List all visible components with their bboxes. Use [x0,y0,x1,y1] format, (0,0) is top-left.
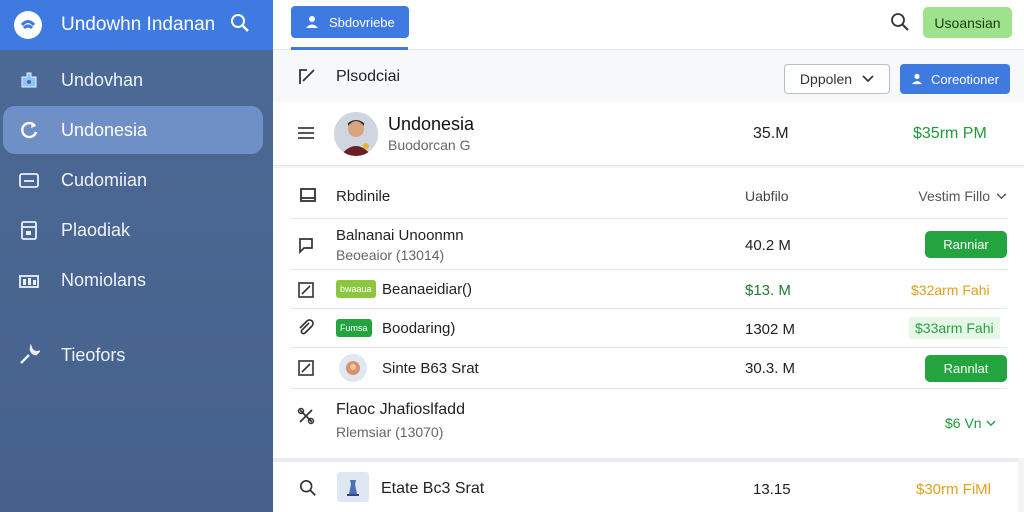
sidebar-header: Undowhn Indanan [0,0,273,50]
sidebar-item-label: Cudomiian [61,169,148,190]
column-header-amount[interactable]: Uabfilo [745,188,789,204]
tab-primary[interactable]: Sbdovriebe [291,6,409,38]
row-status-label: $6 Vn [945,415,982,431]
sidebar-item-label: Undonesia [61,119,148,140]
featured-amount: 35.M [753,125,789,142]
row-name: Balnanai Unoonmn [336,227,464,244]
featured-name: Undonesia [388,114,475,134]
card-icon [17,168,41,192]
chevron-down-icon [996,192,1007,199]
user-button[interactable]: Usoansian [923,7,1012,38]
data-table: Rbdinile Uabfilo Vestim Fillo Balnanai U… [273,168,1024,458]
row-name: Sinte B63 Srat [382,360,479,377]
wrench-icon [17,343,41,367]
sidebar-item-plaodiak[interactable]: Plaodiak [3,206,263,254]
search-icon[interactable] [299,479,317,497]
create-button[interactable]: Coreotioner [900,64,1010,94]
sidebar-item-undovhan[interactable]: Undovhan [3,56,263,104]
document-icon [17,218,41,242]
app-logo-icon [14,11,42,39]
table-header: Rbdinile Uabfilo Vestim Fillo [291,168,1007,219]
filter-dropdown[interactable]: Vestim Fillo [918,188,1007,204]
sidebar-item-label: Plaodiak [61,219,131,240]
attachment-icon [297,319,317,339]
chevron-down-icon [985,420,996,426]
row-amount: 40.2 M [745,237,791,254]
row-name: Flaoc Jhafioslfadd [336,401,465,418]
chart-icon [17,268,41,292]
tab-primary-label: Sbdovriebe [329,14,395,30]
comment-icon [297,236,317,256]
top-bar: Sbdovriebe Usoansian [273,0,1024,50]
sidebar-item-tieofors[interactable]: Tieofors [3,331,263,379]
row-subtitle: Beoeaior (13014) [336,247,445,263]
filter-label: Vestim Fillo [918,188,990,204]
column-header-name[interactable]: Rbdinile [336,188,390,205]
checkbox-icon[interactable] [297,281,317,301]
row-status: $30rm FiMl [916,481,992,498]
featured-subtitle: Buodorcan G [388,137,471,153]
user-icon [911,73,923,85]
row-tag: Fumsa [336,319,372,337]
row-amount: 13.15 [753,481,791,498]
row-amount: 1302 M [745,321,796,338]
chevron-down-icon [862,75,874,83]
avatar [334,112,378,156]
row-name: Etate Bc3 Srat [381,480,485,497]
row-status: $6 Vn [945,415,996,431]
table-row[interactable]: bwaaua Beanaeidiar() $13. M $32arm Fahi [291,270,1007,309]
options-select-value: Dppolen [799,71,853,87]
app-title: Undowhn Indanan [61,14,216,35]
featured-status: $35rm PM [913,125,987,142]
menu-icon[interactable] [297,126,315,142]
sidebar-item-cudomiian[interactable]: Cudomiian [3,156,263,204]
checkbox-icon[interactable] [297,359,317,379]
sidebar-nav: Undovhan Undonesia Cudomiian Plaodiak No… [0,56,273,379]
puzzle-icon [17,68,41,92]
folder-icon [299,187,317,203]
table-row[interactable]: Flaoc Jhafioslfadd Rlemsiar (13070) $6 V… [291,389,1007,455]
bottom-panel: Etate Bc3 Srat 13.15 $30rm FiMl [273,458,1024,512]
user-icon [306,16,318,28]
sidebar: Undowhn Indanan Undovhan Undonesia Cudom… [0,0,273,512]
sidebar-item-label: Nomiolans [61,269,147,290]
page-title: Plsodciai [336,68,401,85]
row-tag: bwaaua [336,280,376,298]
sidebar-item-undonesia[interactable]: Undonesia [3,106,263,154]
edit-icon[interactable] [297,67,317,87]
sidebar-item-label: Undovhan [61,69,144,90]
table-row[interactable]: Sinte B63 Srat 30.3. M Rannlat [291,348,1007,389]
sidebar-item-nomiolans[interactable]: Nomiolans [3,256,263,304]
table-row[interactable]: Fumsa Boodaring) 1302 M $33arm Fahi [291,309,1007,348]
row-avatar [339,354,367,382]
row-subtitle: Rlemsiar (13070) [336,424,444,440]
row-status-button[interactable]: Ranniar [925,231,1007,258]
table-row[interactable]: Balnanai Unoonmn Beoeaior (13014) 40.2 M… [291,219,1007,270]
options-select[interactable]: Dppolen [784,64,890,94]
row-status-button[interactable]: Rannlat [925,355,1007,382]
toolbar: Plsodciai Dppolen Coreotioner [273,50,1024,102]
row-amount: $13. M [745,282,791,299]
row-name: Boodaring) [382,320,456,337]
refresh-icon [17,118,41,142]
sidebar-search-icon[interactable] [230,13,252,35]
search-icon[interactable] [890,12,912,34]
row-thumbnail [337,472,369,502]
table-row[interactable]: Etate Bc3 Srat 13.15 $30rm FiMl [273,458,1018,512]
featured-row[interactable]: Undonesia Buodorcan G 35.M $35rm PM [273,102,1024,166]
tools-icon [297,407,317,427]
row-status: $32arm Fahi [911,282,990,298]
sidebar-item-label: Tieofors [61,344,126,365]
row-amount: 30.3. M [745,360,796,377]
create-button-label: Coreotioner [931,71,999,87]
row-name: Beanaeidiar() [382,281,473,298]
row-status: $33arm Fahi [909,317,1000,339]
